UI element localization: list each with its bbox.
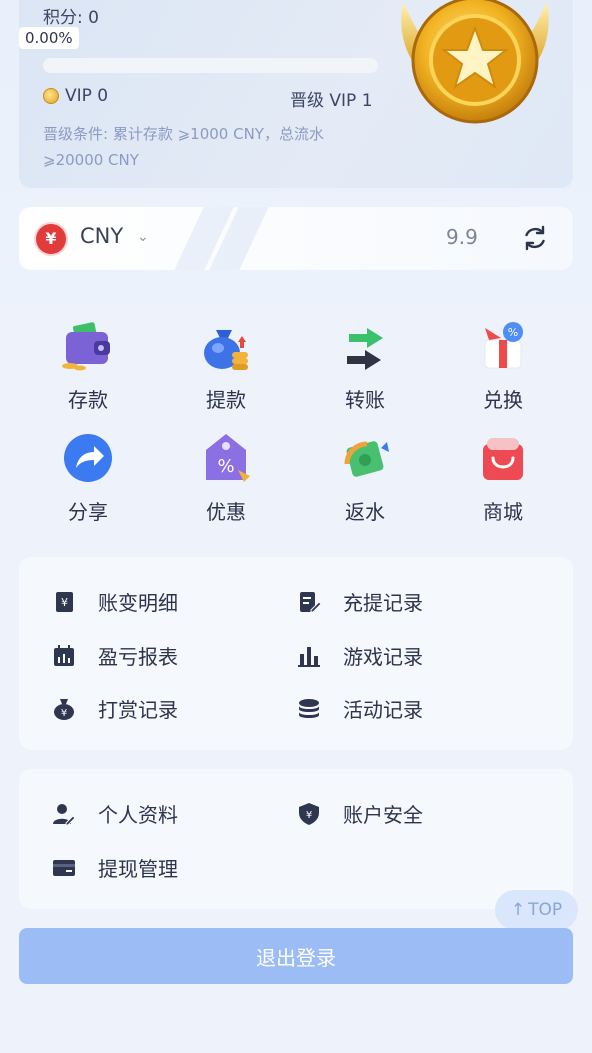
next-vip-level: 晋级 VIP 1 — [290, 91, 373, 111]
arrow-up-icon: ↑ — [510, 900, 526, 920]
chevron-down-icon[interactable]: ⌄ — [137, 229, 149, 245]
top-label: TOP — [528, 900, 563, 920]
action-rebate[interactable]: 返水 — [305, 430, 425, 525]
vip-medal-icon — [401, 0, 549, 124]
points-label: 积分: 0 — [43, 8, 99, 28]
svg-text:%: % — [508, 326, 518, 339]
currency-dropdown[interactable]: CNY — [80, 224, 123, 248]
transfer-icon — [347, 328, 383, 370]
rebate-icon — [344, 441, 389, 477]
calendar-chart-icon — [54, 644, 74, 666]
account-label: 提现管理 — [98, 857, 178, 881]
tip-bag-icon: ¥ — [54, 698, 74, 720]
money-bag-icon — [204, 330, 248, 370]
action-share[interactable]: 分享 — [28, 430, 148, 525]
shop-bag-icon — [483, 438, 523, 480]
record-label: 充提记录 — [343, 591, 423, 615]
action-label: 分享 — [68, 500, 108, 524]
action-deposit[interactable]: 存款 — [28, 318, 148, 413]
current-vip-text: VIP 0 — [65, 86, 109, 106]
record-label: 活动记录 — [343, 698, 423, 722]
refresh-icon[interactable] — [521, 224, 549, 252]
action-withdraw[interactable]: 提款 — [166, 318, 286, 413]
action-label: 转账 — [345, 388, 385, 412]
vip-coin-icon — [43, 88, 59, 104]
account-label: 账户安全 — [343, 803, 423, 827]
account-security[interactable]: ¥ 账户安全 — [297, 799, 423, 828]
current-vip-level: VIP 0 — [43, 86, 108, 106]
logout-button[interactable]: 退出登录 — [19, 928, 573, 984]
svg-text:%: % — [217, 456, 234, 477]
account-profile[interactable]: 个人资料 — [52, 799, 178, 828]
action-label: 优惠 — [206, 500, 246, 524]
record-deposit-withdraw[interactable]: 充提记录 — [297, 587, 423, 616]
gift-exchange-icon: % — [484, 322, 523, 369]
action-transfer[interactable]: 转账 — [305, 318, 425, 413]
record-profit-loss[interactable]: 盈亏报表 — [52, 641, 178, 670]
record-ledger[interactable]: ¥ 账变明细 — [52, 587, 178, 616]
account-withdraw-manage[interactable]: 提现管理 — [52, 853, 178, 882]
action-exchange[interactable]: % 兑换 — [443, 318, 563, 413]
record-tip[interactable]: ¥ 打赏记录 — [52, 694, 178, 723]
records-panel: ¥ 账变明细 充提记录 盈亏报表 游戏记录 ¥ 打赏记录 活动记录 — [19, 557, 573, 750]
action-label: 商城 — [483, 500, 523, 524]
account-label: 个人资料 — [98, 803, 178, 827]
action-shop[interactable]: 商城 — [443, 430, 563, 525]
account-panel: 个人资料 ¥ 账户安全 提现管理 — [19, 769, 573, 909]
svg-text:¥: ¥ — [306, 810, 312, 821]
record-label: 游戏记录 — [343, 645, 423, 669]
card-icon — [53, 859, 75, 876]
share-icon — [64, 434, 112, 482]
action-label: 兑换 — [483, 388, 523, 412]
bar-chart-icon — [298, 646, 320, 667]
vip-progress-bar — [43, 58, 378, 73]
yen-icon: ¥ — [36, 224, 66, 254]
action-promotions[interactable]: % 优惠 — [166, 430, 286, 525]
svg-text:¥: ¥ — [61, 596, 68, 609]
ledger-icon: ¥ — [56, 591, 73, 612]
balance-value: 9.9 — [446, 225, 478, 249]
record-label: 盈亏报表 — [98, 645, 178, 669]
svg-text:¥: ¥ — [61, 708, 67, 719]
currency-selector-bar: ¥ CNY ⌄ 9.9 — [19, 207, 573, 270]
record-activity[interactable]: 活动记录 — [297, 694, 423, 723]
record-label: 账变明细 — [98, 591, 178, 615]
discount-tag-icon: % — [206, 434, 250, 482]
progress-percent: 0.00% — [19, 27, 79, 49]
document-edit-icon — [300, 591, 321, 612]
coin-stack-icon — [299, 698, 319, 718]
action-label: 存款 — [68, 388, 108, 412]
record-label: 打赏记录 — [98, 698, 178, 722]
action-label: 返水 — [345, 500, 385, 524]
shield-icon: ¥ — [299, 802, 319, 825]
action-label: 提款 — [206, 388, 246, 412]
record-game[interactable]: 游戏记录 — [297, 641, 423, 670]
wallet-icon — [62, 322, 110, 371]
user-edit-icon — [53, 803, 76, 825]
scroll-top-button[interactable]: ↑ TOP — [495, 890, 578, 930]
vip-upgrade-condition: 晋级条件: 累计存款 ⩾1000 CNY，总流水 ⩾20000 CNY — [43, 125, 324, 169]
